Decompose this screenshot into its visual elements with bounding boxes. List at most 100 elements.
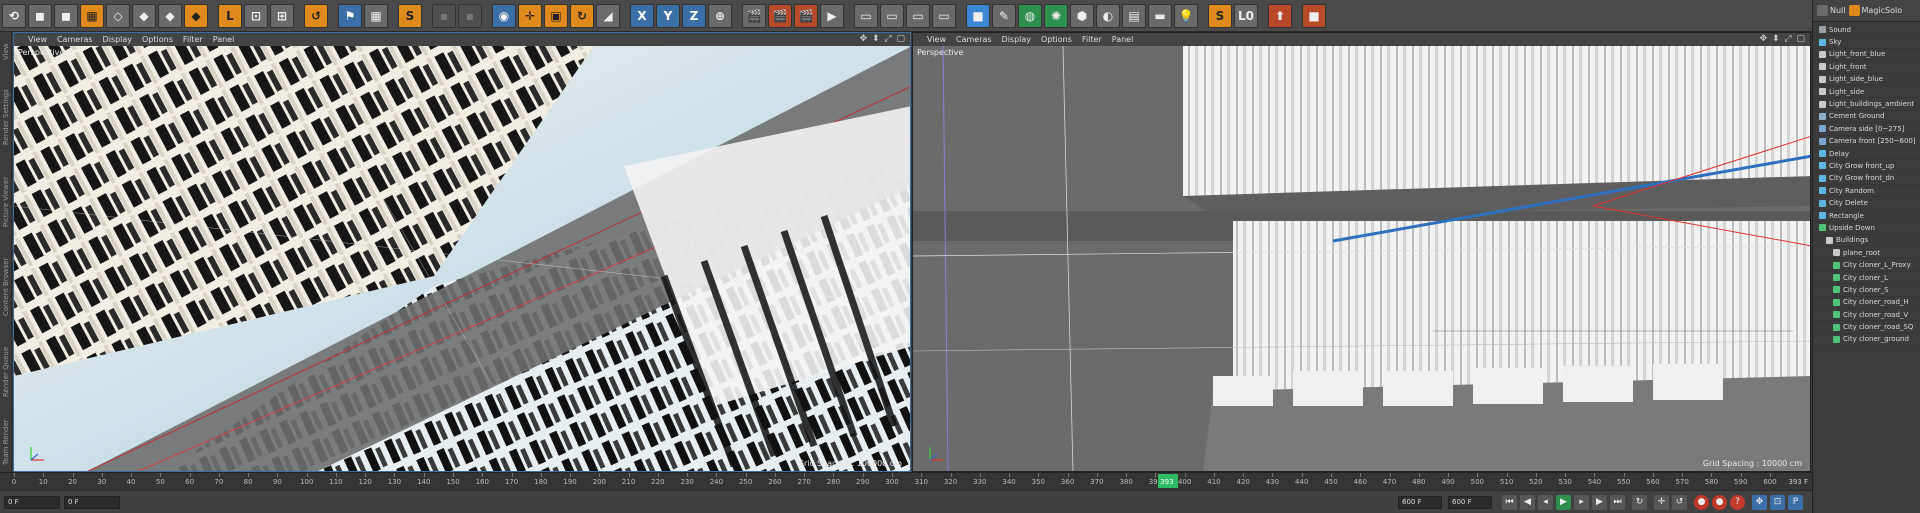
side-tab-render-settings[interactable]: Render Settings — [0, 72, 12, 162]
light-icon[interactable]: 💡 — [1174, 3, 1198, 28]
object-row[interactable]: Light_side_blue — [1813, 74, 1920, 86]
model-mode-icon[interactable]: ◼ — [28, 3, 52, 28]
display-4-icon[interactable]: ▭ — [932, 3, 956, 28]
vp-left-menu-panel[interactable]: Panel — [213, 35, 235, 44]
object-row[interactable]: City Grow front_up — [1813, 160, 1920, 173]
rotate-key-icon[interactable]: ↺ — [1672, 495, 1687, 510]
display-icon[interactable]: ▭ — [854, 3, 878, 28]
floor-icon[interactable]: ▤ — [1122, 3, 1146, 28]
side-tab-view[interactable]: View — [0, 32, 12, 72]
object-row[interactable]: City cloner_S — [1813, 284, 1920, 297]
x-axis-icon[interactable]: X — [630, 3, 654, 28]
tweak-mode-icon[interactable]: ⊡ — [244, 3, 268, 28]
object-row[interactable]: Sky — [1813, 36, 1920, 49]
side-tab-render-queue[interactable]: Render Queue — [0, 332, 12, 412]
grid-icon[interactable]: ▦ — [364, 3, 388, 28]
axis-mode-icon[interactable]: L — [218, 3, 242, 28]
object-row[interactable]: Camera front [250~600] — [1813, 136, 1920, 148]
vp-right-menu-options[interactable]: Options — [1041, 35, 1072, 44]
enable-axis-icon[interactable]: ↺ — [304, 3, 328, 28]
vp-right-navigation-icons[interactable]: ✥ ⬍ ⤢ ▢ — [1760, 34, 1806, 44]
stop-render-icon[interactable]: ■ — [1302, 3, 1326, 28]
viewport-left[interactable]: View Cameras Display Options Filter Pane… — [13, 32, 911, 472]
vp-right-menu-view[interactable]: View — [927, 35, 946, 44]
subdivision-icon[interactable]: ◍ — [1018, 3, 1042, 28]
position-key-icon[interactable]: ✥ — [1752, 495, 1767, 510]
object-row[interactable]: Light_front_blue — [1813, 49, 1920, 62]
object-row[interactable]: Buildings — [1813, 235, 1920, 248]
vp-right-menu-cameras[interactable]: Cameras — [956, 35, 992, 44]
render-settings-icon[interactable]: 🎬 — [794, 3, 818, 28]
object-row[interactable]: City cloner_L_Proxy — [1813, 259, 1920, 272]
param-key-icon[interactable]: P — [1788, 495, 1803, 510]
object-row[interactable]: Light_front — [1813, 61, 1920, 74]
object-row[interactable]: City Grow front_dn — [1813, 173, 1920, 186]
scale-key-icon[interactable]: ⊡ — [1770, 495, 1785, 510]
preview-min-field[interactable]: 0 F — [64, 496, 120, 509]
cube-icon[interactable]: ■ — [966, 3, 990, 28]
render-view-icon[interactable]: 🎬 — [742, 3, 766, 28]
viewport-right[interactable]: View Cameras Display Options Filter Pane… — [912, 32, 1811, 472]
loop-icon[interactable]: ↻ — [1632, 495, 1647, 510]
object-row[interactable]: City Delete — [1813, 197, 1920, 210]
vp-left-menu-view[interactable]: View — [28, 35, 47, 44]
points-mode-icon[interactable]: ◆ — [132, 3, 156, 28]
object-row[interactable]: plane_root — [1813, 247, 1920, 260]
go-to-end-icon[interactable]: ⏭ — [1610, 495, 1625, 510]
autokey-icon[interactable]: ● — [1712, 495, 1727, 510]
edges-mode-icon[interactable]: ◆ — [158, 3, 182, 28]
next-frame-icon[interactable]: ▸ — [1574, 495, 1589, 510]
disabled-tool-1-icon[interactable]: ▪ — [432, 3, 456, 28]
object-row[interactable]: City cloner_ground — [1813, 334, 1920, 347]
object-row[interactable]: City cloner_road_V — [1813, 309, 1920, 322]
texture-mode-icon[interactable]: ▦ — [80, 3, 104, 28]
snap-icon[interactable]: ⊞ — [270, 3, 294, 28]
object-row[interactable]: Camera side [0~275] — [1813, 123, 1920, 136]
ruler[interactable]: 0 10 20 30 40 50 60 70 80 90 100 110 120 130 140 150 160… — [0, 473, 1812, 491]
vp-left-menu-options[interactable]: Options — [142, 35, 173, 44]
disabled-tool-2-icon[interactable]: ▪ — [458, 3, 482, 28]
record-icon[interactable]: ● — [1694, 495, 1709, 510]
display-3-icon[interactable]: ▭ — [906, 3, 930, 28]
vp-left-menu-display[interactable]: Display — [103, 35, 133, 44]
polygons-mode-icon[interactable]: ◆ — [184, 3, 208, 28]
go-to-start-icon[interactable]: ⏮ — [1502, 495, 1517, 510]
preview-max-field[interactable]: 600 F — [1398, 496, 1442, 509]
hud-icon[interactable]: L0 — [1234, 3, 1258, 28]
object-row[interactable]: Rectangle — [1813, 210, 1920, 223]
play-icon[interactable]: ▶ — [1556, 495, 1571, 510]
spline-pen-icon[interactable]: ✎ — [992, 3, 1016, 28]
timeline-ruler[interactable]: 0 10 20 30 40 50 60 70 80 90 100 110 120 130 140 150 160… — [0, 472, 1812, 490]
recent-tools-icon[interactable]: ◢ — [596, 3, 620, 28]
object-row[interactable]: City Random — [1813, 185, 1920, 198]
camera-icon[interactable]: ▬ — [1148, 3, 1172, 28]
om-tag-null[interactable]: Null — [1817, 5, 1846, 16]
object-row[interactable]: City cloner_L — [1813, 272, 1920, 285]
solo-icon[interactable]: S — [398, 3, 422, 28]
rotate-icon[interactable]: ↻ — [570, 3, 594, 28]
coordinate-system-icon[interactable]: ⊕ — [708, 3, 732, 28]
end-frame-field[interactable]: 600 F — [1448, 496, 1492, 509]
y-axis-icon[interactable]: Y — [656, 3, 680, 28]
side-tab-content-browser[interactable]: Content Browser — [0, 242, 12, 332]
vp-right-menu-filter[interactable]: Filter — [1082, 35, 1102, 44]
previous-key-icon[interactable]: ◀ — [1520, 495, 1535, 510]
live-selection-icon[interactable]: ◉ — [492, 3, 516, 28]
vp-left-navigation-icons[interactable]: ✥ ⬍ ⤢ ▢ — [860, 34, 906, 44]
z-axis-icon[interactable]: Z — [682, 3, 706, 28]
render-queue-icon[interactable]: ▶ — [820, 3, 844, 28]
om-tag-magicsolo[interactable]: MagicSolo — [1848, 5, 1902, 16]
start-frame-field[interactable]: 0 F — [4, 496, 60, 509]
vp-left-menu-filter[interactable]: Filter — [183, 35, 203, 44]
cloner-icon[interactable]: ✺ — [1044, 3, 1068, 28]
object-row[interactable]: City cloner_road_H — [1813, 297, 1920, 309]
object-row[interactable]: Upside Down — [1813, 222, 1920, 235]
side-tab-picture-viewer[interactable]: Picture Viewer — [0, 162, 12, 242]
object-row[interactable]: City cloner_road_SQ — [1813, 321, 1920, 334]
vp-right-menu-panel[interactable]: Panel — [1112, 35, 1134, 44]
object-row[interactable]: Sound — [1813, 24, 1920, 37]
scripts-icon[interactable]: S — [1208, 3, 1232, 28]
next-key-icon[interactable]: ▶ — [1592, 495, 1607, 510]
object-row[interactable]: Delay — [1813, 148, 1920, 161]
display-2-icon[interactable]: ▭ — [880, 3, 904, 28]
